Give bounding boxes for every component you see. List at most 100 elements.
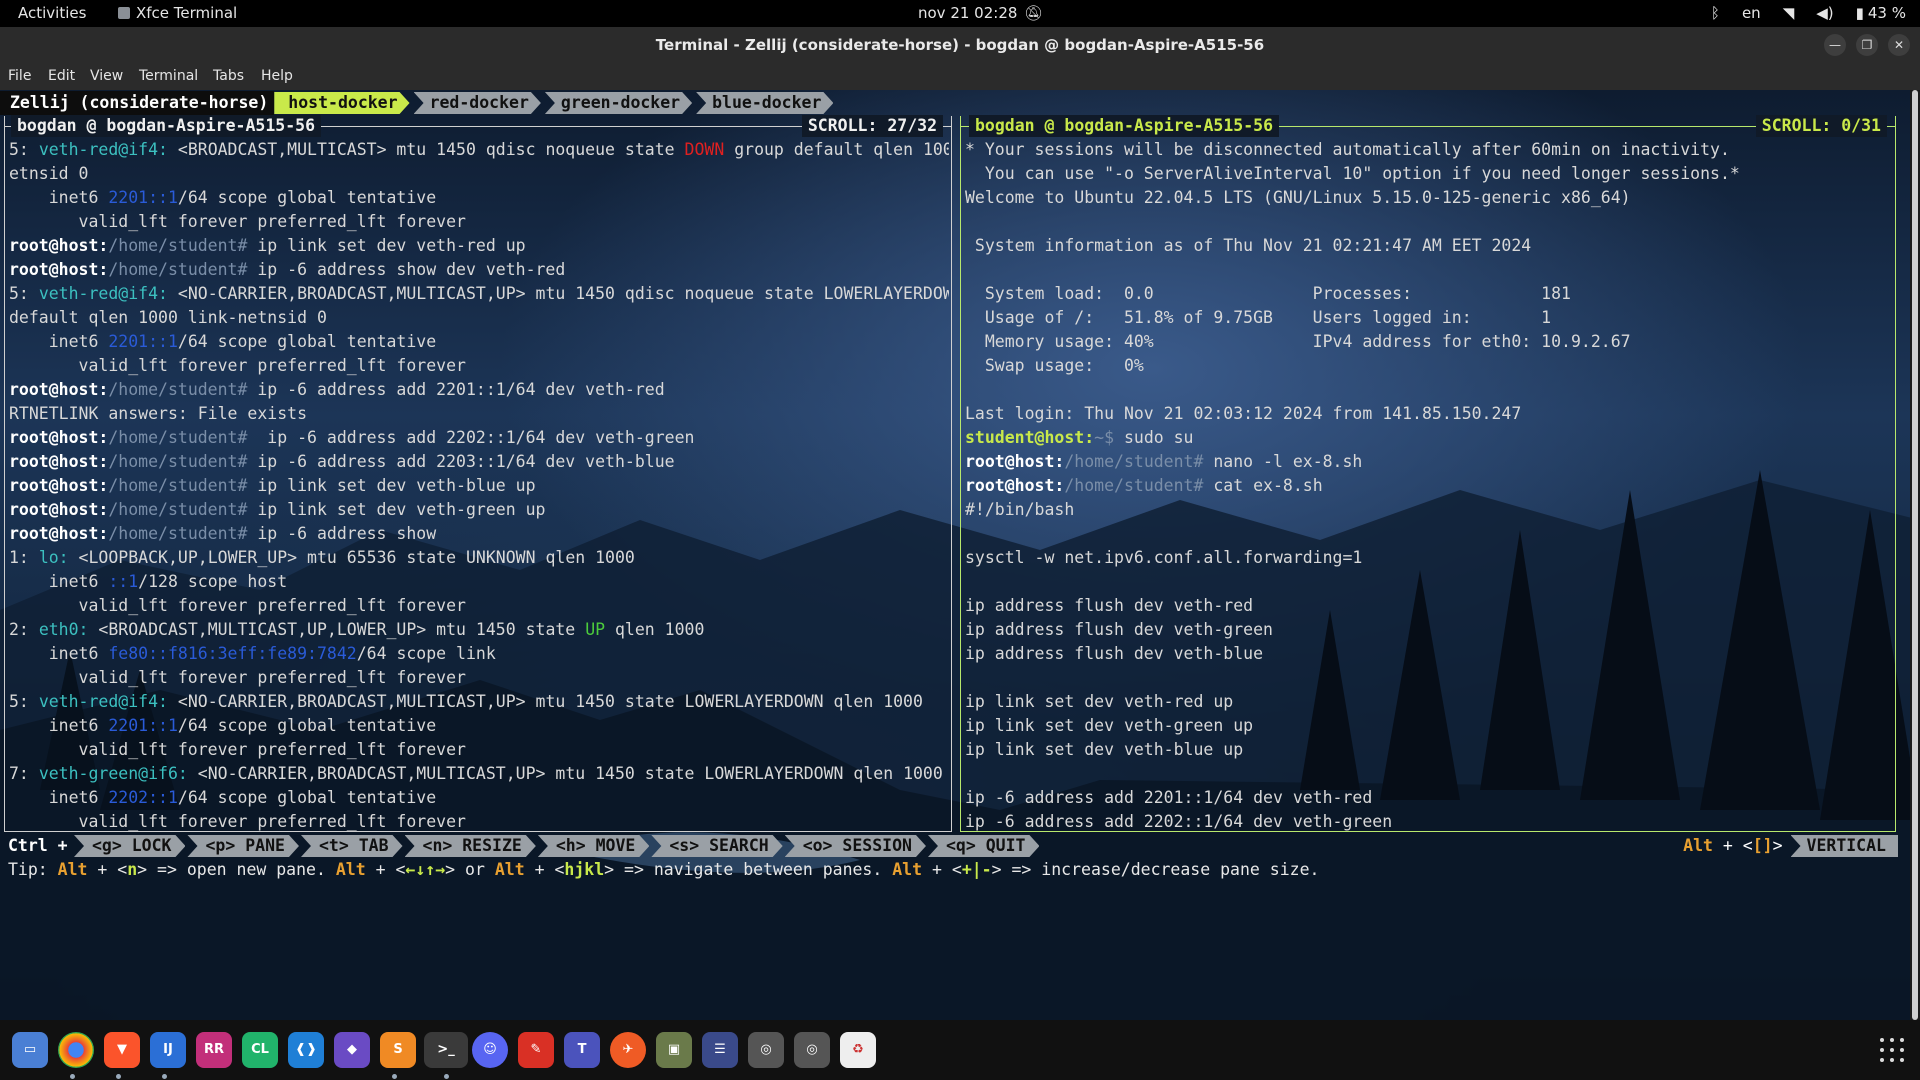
term-if: veth-red@if4: <box>38 140 168 159</box>
sublime-icon[interactable]: S <box>380 1032 416 1068</box>
menu-tabs[interactable]: Tabs <box>213 63 244 84</box>
trash-icon[interactable]: ♻ <box>840 1032 876 1068</box>
term-ip: 2201::1 <box>108 188 178 207</box>
files-icon[interactable]: ▭ <box>12 1032 48 1068</box>
menu-file[interactable]: File <box>8 63 31 84</box>
pdf-icon[interactable]: ✎ <box>518 1032 554 1068</box>
menu-help[interactable]: Help <box>261 63 293 84</box>
tip-prefix: Tip: <box>8 860 58 879</box>
tab-red-docker[interactable]: red-docker <box>414 92 541 114</box>
bluetooth-icon[interactable]: ᛒ <box>1711 4 1720 22</box>
term-text: inet6 <box>9 788 109 807</box>
clion-icon[interactable]: CL <box>242 1032 278 1068</box>
settings-icon[interactable]: ☰ <box>702 1032 738 1068</box>
term-user: root@host: <box>9 476 109 495</box>
term-text: System information as of Thu Nov 21 02:2… <box>965 236 1532 255</box>
term-text: /64 scope link <box>356 644 496 663</box>
key-hint-resize[interactable]: <n> RESIZE <box>405 835 536 857</box>
tip-alt: Alt <box>57 860 88 879</box>
alt-close: > <box>1772 836 1783 855</box>
term-text: <NO-CARRIER,BROADCAST,MULTICAST,UP> mtu … <box>167 692 923 711</box>
terminal-line: valid_lft forever preferred_lft forever <box>9 594 949 618</box>
term-if: eth0: <box>38 620 89 639</box>
activities-button[interactable]: Activities <box>18 4 86 22</box>
term-down: DOWN <box>684 140 725 159</box>
chrome-icon[interactable] <box>58 1032 94 1068</box>
postman-icon[interactable]: ✈ <box>610 1032 646 1068</box>
key-hints: <g> LOCK <p> PANE <t> TAB <n> RESIZE <h> MOV… <box>74 835 1041 857</box>
right-pane[interactable]: bogdan @ bogdan-Aspire-A515-56 SCROLL: 0… <box>960 115 1896 832</box>
terminal-icon[interactable]: >_ <box>424 1032 468 1068</box>
terminal-area[interactable]: Zellij (considerate-horse) host-docker r… <box>0 90 1920 1020</box>
window-title-bar[interactable]: Terminal - Zellij (considerate-horse) - … <box>0 27 1920 63</box>
language-indicator[interactable]: en <box>1742 4 1761 22</box>
intellij-icon[interactable]: IJ <box>150 1032 186 1068</box>
term-text: valid_lft forever preferred_lft forever <box>9 356 466 375</box>
terminal-line: root@host:/home/student# nano -l ex-8.sh <box>965 450 1893 474</box>
term-user: root@host: <box>9 452 109 471</box>
app-grid-icon[interactable] <box>1880 1038 1904 1062</box>
rider-icon[interactable]: RR <box>196 1032 232 1068</box>
terminal-line: inet6 2201::1/64 scope global tentative <box>9 186 949 210</box>
pane-header: bogdan @ bogdan-Aspire-A515-56 SCROLL: 2… <box>5 115 951 137</box>
brave-icon[interactable]: ▼ <box>104 1032 140 1068</box>
tip-key-n: n <box>127 860 138 879</box>
menu-edit[interactable]: Edit <box>48 63 75 84</box>
term-text: inet6 <box>9 188 109 207</box>
maximize-button[interactable]: ❐ <box>1856 34 1878 56</box>
terminal-line: root@host:/home/student# ip -6 address a… <box>9 450 949 474</box>
term-if: lo: <box>38 548 69 567</box>
term-path: ~$ <box>1094 428 1115 447</box>
volume-icon[interactable]: ◀︎) <box>1816 4 1833 22</box>
term-if: veth-red@if4: <box>38 284 168 303</box>
term-text: Memory usage: 40% IPv4 address for eth0:… <box>965 332 1631 351</box>
terminal-line: inet6 2202::1/64 scope global tentative <box>9 786 949 810</box>
wifi-icon[interactable]: ◥ <box>1783 4 1795 22</box>
alt-plus: + < <box>1712 836 1753 855</box>
left-pane[interactable]: bogdan @ bogdan-Aspire-A515-56 SCROLL: 2… <box>4 115 952 832</box>
dock: ▭ ▼ IJ RR CL ❰❱ ◆ S >_ ☺ ✎ T ✈ ▣ ☰ ◎ ◎ ♻ <box>0 1020 1920 1080</box>
menu-view[interactable]: View <box>90 63 123 84</box>
key-hint-move[interactable]: <h> MOVE <box>538 835 649 857</box>
pane-output[interactable]: * Your sessions will be disconnected aut… <box>965 138 1893 831</box>
battery-percent: 43 % <box>1867 4 1906 22</box>
menu-terminal[interactable]: Terminal <box>139 63 198 84</box>
disk-icon[interactable]: ◎ <box>748 1032 784 1068</box>
term-path: /home/student# <box>108 500 248 519</box>
obsidian-icon[interactable]: ◆ <box>334 1032 370 1068</box>
key-hint-lock[interactable]: <g> LOCK <box>74 835 185 857</box>
key-hint-session[interactable]: <o> SESSION <box>785 835 926 857</box>
terminal-line: System information as of Thu Nov 21 02:2… <box>965 234 1893 258</box>
term-user: root@host: <box>9 500 109 519</box>
app-indicator[interactable]: Xfce Terminal <box>118 4 237 22</box>
close-button[interactable]: ✕ <box>1888 34 1910 56</box>
clock[interactable]: nov 21 02:28 <box>918 4 1017 22</box>
tip-alt: Alt <box>335 860 366 879</box>
term-text: default qlen 1000 link-netnsid 0 <box>9 308 327 327</box>
key-hint-tab[interactable]: <t> TAB <box>301 835 403 857</box>
vscode-icon[interactable]: ❰❱ <box>288 1032 324 1068</box>
tab-green-docker[interactable]: green-docker <box>545 92 692 114</box>
scrollbar-thumb[interactable] <box>1912 90 1918 1020</box>
teams-icon[interactable]: T <box>564 1032 600 1068</box>
discord-icon[interactable]: ☺ <box>472 1032 508 1068</box>
archive-icon[interactable]: ▣ <box>656 1032 692 1068</box>
key-hint-pane[interactable]: <p> PANE <box>187 835 298 857</box>
term-user: root@host: <box>965 476 1065 495</box>
system-tray[interactable]: ᛒ en ◥ ◀︎) ▮ 43 % <box>1689 4 1906 22</box>
disk2-icon[interactable]: ◎ <box>794 1032 830 1068</box>
zellij-status-bar: Ctrl + <g> LOCK <p> PANE <t> TAB <n> RESIZE… <box>0 834 1920 858</box>
key-hint-quit[interactable]: <q> QUIT <box>928 835 1039 857</box>
tab-host-docker[interactable]: host-docker <box>274 92 409 114</box>
term-if: veth-red@if4: <box>38 692 168 711</box>
key-hint-search[interactable]: <s> SEARCH <box>651 835 782 857</box>
pane-output[interactable]: 5: veth-red@if4: <BROADCAST,MULTICAST> m… <box>9 138 949 831</box>
tab-blue-docker[interactable]: blue-docker <box>696 92 833 114</box>
layout-indicator[interactable]: VERTICAL <box>1790 835 1898 857</box>
terminal-line: etnsid 0 <box>9 162 949 186</box>
minimize-button[interactable]: — <box>1824 34 1846 56</box>
terminal-scrollbar[interactable] <box>1910 90 1920 1020</box>
